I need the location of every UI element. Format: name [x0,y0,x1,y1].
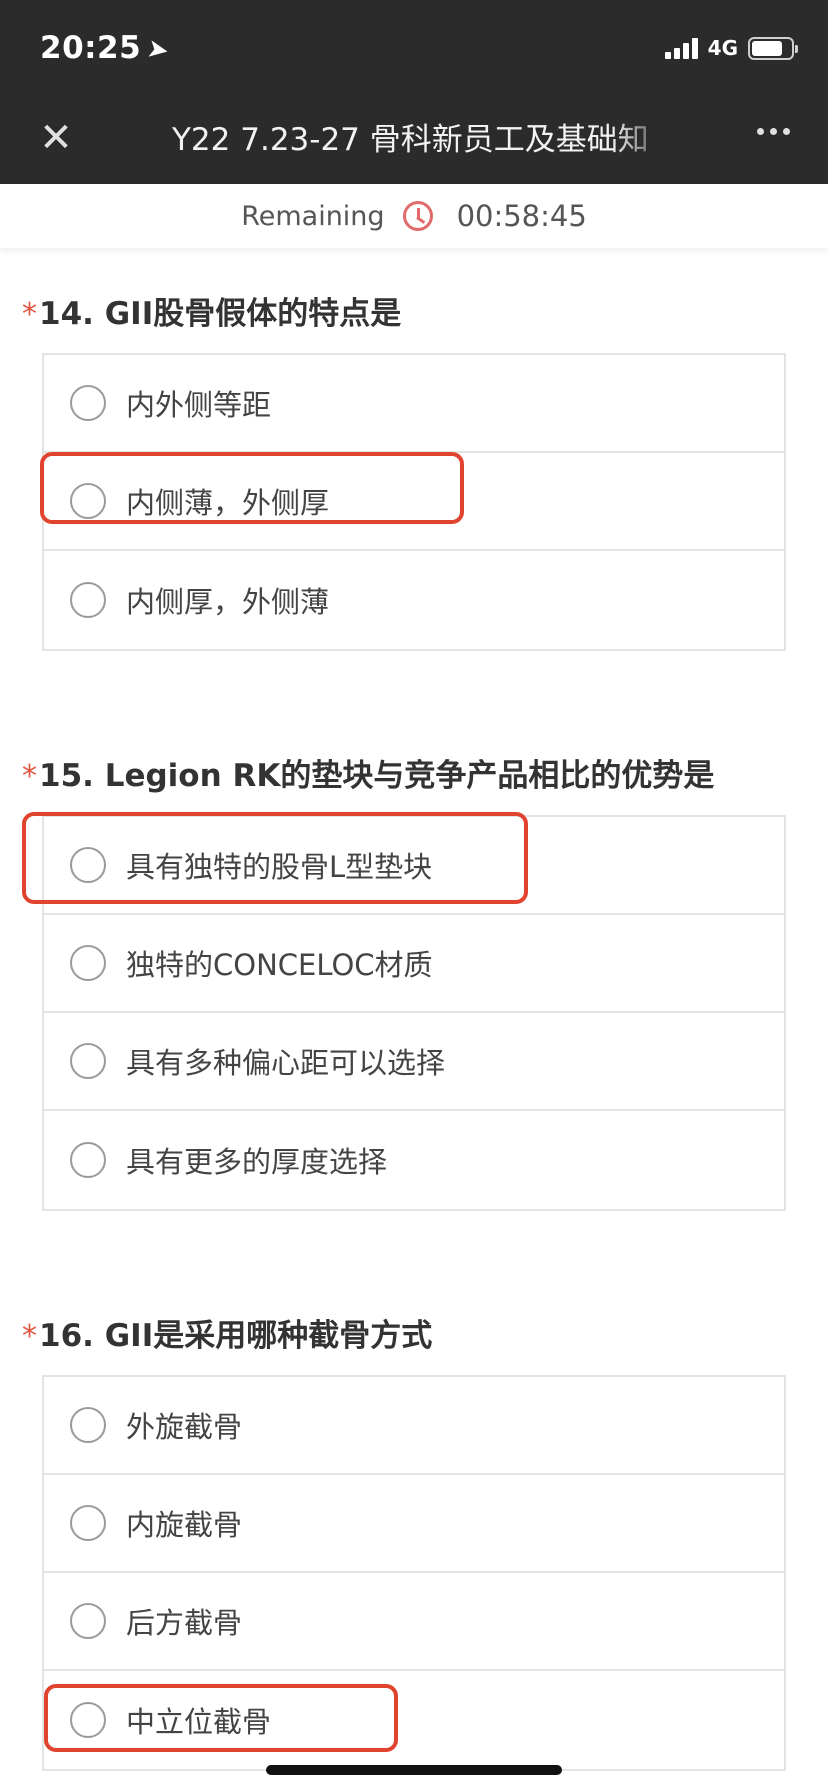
options-list: 内外侧等距 内侧薄，外侧厚 内侧厚，外侧薄 [42,353,786,651]
radio-button[interactable] [70,483,106,519]
radio-button[interactable] [70,1603,106,1639]
radio-button[interactable] [70,1043,106,1079]
page-title: Y22 7.23-27 骨科新员工及基础知 [172,122,649,158]
options-list: 外旋截骨 内旋截骨 后方截骨 中立位截骨 [42,1375,786,1771]
more-icon[interactable] [757,128,790,135]
cellular-signal-icon [664,37,698,59]
battery-icon [748,36,798,60]
question-title: *15. Legion RK的垫块与竞争产品相比的优势是 [22,750,714,795]
question-title: *14. GII股骨假体的特点是 [22,288,401,333]
option-item[interactable]: 具有多种偏心距可以选择 [44,1013,784,1111]
option-item[interactable]: 中立位截骨 [44,1671,784,1769]
location-arrow-icon: ➤ [144,33,172,67]
option-item[interactable]: 内侧薄，外侧厚 [44,453,784,551]
option-item[interactable]: 外旋截骨 [44,1377,784,1475]
question-title-text: 14. GII股骨假体的特点是 [39,296,402,332]
option-label: 具有独特的股骨L型垫块 [126,850,433,884]
option-label: 内侧薄，外侧厚 [126,486,330,520]
option-label: 中立位截骨 [126,1705,272,1739]
option-label: 具有更多的厚度选择 [126,1145,388,1179]
option-item[interactable]: 内外侧等距 [44,355,784,453]
option-label: 具有多种偏心距可以选择 [126,1046,446,1080]
option-label: 内旋截骨 [126,1508,243,1542]
timer-label: Remaining [241,200,385,232]
radio-button[interactable] [70,582,106,618]
option-item[interactable]: 具有更多的厚度选择 [44,1111,784,1209]
radio-button[interactable] [70,1142,106,1178]
options-list: 具有独特的股骨L型垫块 独特的CONCELOC材质 具有多种偏心距可以选择 具有… [42,815,786,1211]
required-star: * [22,759,37,794]
option-item[interactable]: 独特的CONCELOC材质 [44,915,784,1013]
question-title: *16. GII是采用哪种截骨方式 [22,1310,432,1355]
home-indicator [266,1765,562,1775]
close-icon[interactable]: ✕ [36,118,76,158]
radio-button[interactable] [70,945,106,981]
timer-value: 00:58:45 [456,199,587,233]
option-item[interactable]: 具有独特的股骨L型垫块 [44,817,784,915]
required-star: * [22,297,37,332]
network-type: 4G [707,36,738,60]
status-time: 20:25 ➤ [40,30,172,67]
option-item[interactable]: 内侧厚，外侧薄 [44,551,784,649]
option-item[interactable]: 内旋截骨 [44,1475,784,1573]
question-title-text: 15. Legion RK的垫块与竞争产品相比的优势是 [39,758,715,794]
option-label: 内外侧等距 [126,388,272,422]
option-label: 后方截骨 [126,1606,243,1640]
radio-button[interactable] [70,1505,106,1541]
radio-button[interactable] [70,1407,106,1443]
option-label: 独特的CONCELOC材质 [126,948,433,982]
option-item[interactable]: 后方截骨 [44,1573,784,1671]
status-bar: 20:25 ➤ 4G [0,0,828,92]
question-title-text: 16. GII是采用哪种截骨方式 [39,1318,433,1354]
radio-button[interactable] [70,1702,106,1738]
radio-button[interactable] [70,385,106,421]
remaining-timer: Remaining 00:58:45 [0,184,828,248]
radio-button[interactable] [70,847,106,883]
option-label: 内侧厚，外侧薄 [126,585,330,619]
required-star: * [22,1319,37,1354]
option-label: 外旋截骨 [126,1410,243,1444]
nav-bar: ✕ Y22 7.23-27 骨科新员工及基础知 [0,92,828,184]
status-time-text: 20:25 [40,30,142,66]
clock-icon [402,201,433,231]
status-indicators: 4G [664,36,798,60]
